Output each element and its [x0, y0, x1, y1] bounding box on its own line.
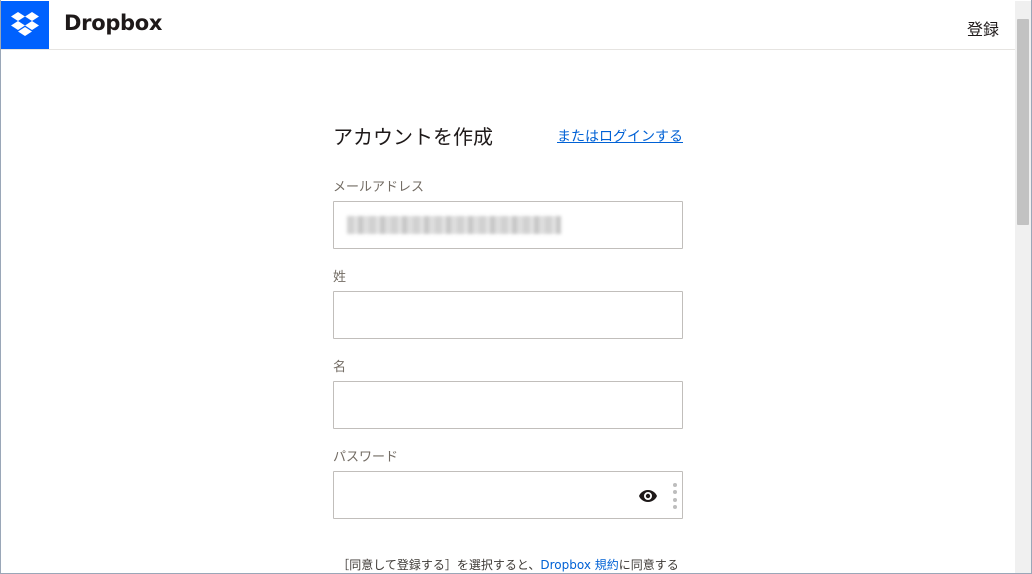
password-field[interactable] [333, 471, 683, 519]
signup-link[interactable]: 登録 [967, 16, 999, 40]
first-name-field[interactable] [333, 381, 683, 429]
terms-notice: ［同意して登録する］を選択すると、Dropbox 規約に同意する [333, 556, 683, 573]
eye-icon-graphic [639, 490, 657, 502]
dot [673, 504, 677, 509]
terms-prefix: ［同意して登録する］を選択すると、 [337, 558, 541, 572]
first-name-label: 名 [333, 360, 347, 375]
dot [673, 490, 677, 495]
password-field-icons [638, 482, 678, 510]
dot [673, 483, 677, 487]
last-name-label: 姓 [333, 270, 347, 285]
password-label: パスワード [333, 450, 399, 465]
login-link[interactable]: またはログインする [557, 126, 683, 146]
page-title: アカウントを作成 [333, 125, 493, 149]
dropbox-logo-icon [11, 12, 39, 36]
dot [673, 497, 677, 502]
vertical-scrollbar[interactable] [1015, 1, 1031, 573]
last-name-field[interactable] [333, 291, 683, 339]
brand-name: Dropbox [64, 11, 163, 35]
top-navigation-bar: Dropbox 登録 [1, 1, 1015, 50]
scrollbar-thumb[interactable] [1017, 19, 1029, 225]
terms-link[interactable]: Dropbox 規約 [540, 558, 618, 572]
email-label: メールアドレス [333, 180, 425, 195]
vertical-dots-icon[interactable] [672, 483, 678, 509]
redacted-email-value [347, 216, 561, 234]
terms-suffix: に同意する [618, 558, 679, 572]
eye-icon[interactable] [638, 486, 658, 506]
dropbox-logo[interactable] [1, 1, 49, 49]
